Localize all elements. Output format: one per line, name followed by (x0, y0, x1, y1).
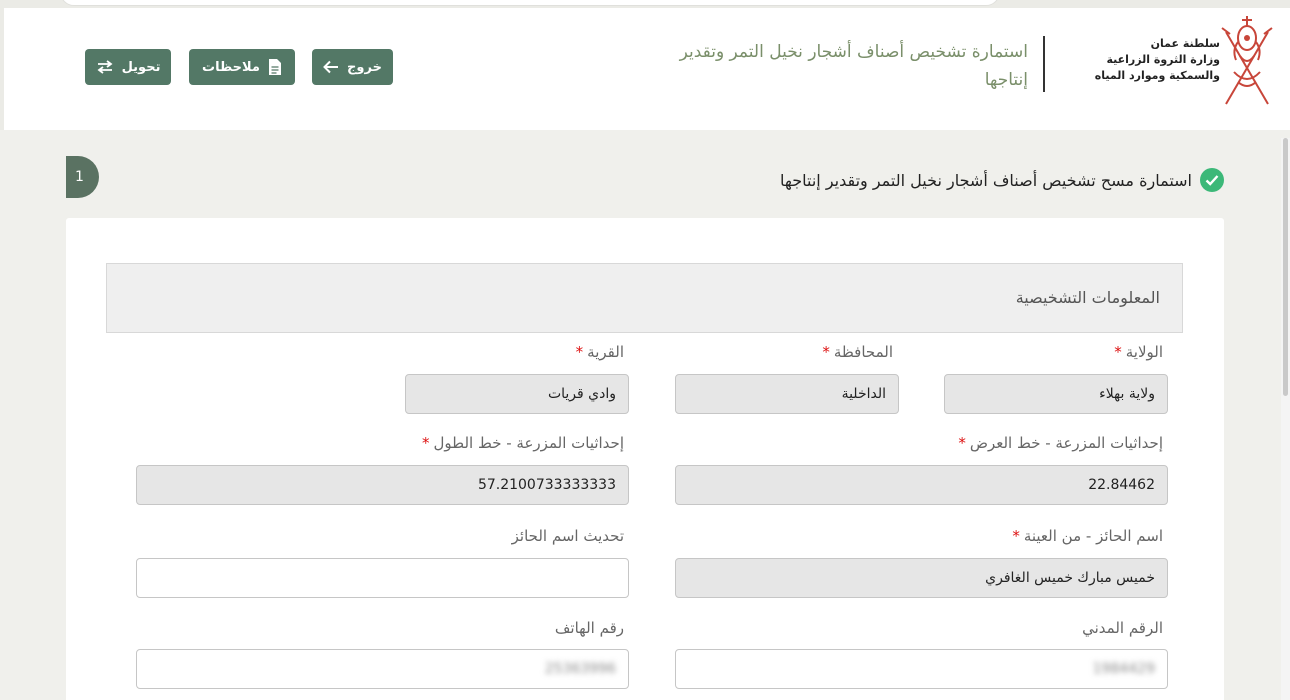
app-header: سلطنة عمان وزارة الثروة الزراعية والسمكي… (0, 8, 1290, 130)
ministry-line2: وزارة الثروة الزراعية والسمكية وموارد ال… (1094, 53, 1220, 82)
step-title-row: استمارة مسح تشخيص أصناف أشجار نخيل التمر… (780, 168, 1224, 192)
required-mark: * (822, 343, 830, 361)
wilayat-label-text: الولاية (1125, 343, 1163, 361)
wilayat-label: الولاية* (1114, 343, 1163, 361)
latitude-label: إحداثيات المزرعة - خط العرض* (958, 434, 1163, 452)
form-title: استمارة تشخيص أصناف أشجار نخيل التمر وتق… (679, 42, 1028, 90)
governorate-field[interactable]: الداخلية (675, 374, 899, 414)
civil-id-input[interactable]: 1984429 (675, 649, 1168, 689)
holder-name-label: اسم الحائز - من العينة* (1012, 527, 1163, 545)
holder-name-label-text: اسم الحائز - من العينة (1023, 527, 1163, 545)
required-mark: * (422, 434, 430, 452)
required-mark: * (575, 343, 584, 361)
section-title: المعلومات التشخيصية (1015, 288, 1160, 307)
top-strip (0, 0, 1290, 8)
holder-name-field[interactable]: خميس مبارك خميس الغافري (675, 558, 1168, 598)
step-title: استمارة مسح تشخيص أصناف أشجار نخيل التمر… (779, 170, 1192, 190)
check-circle-icon (1200, 168, 1224, 192)
village-label: القرية* (576, 343, 624, 361)
top-tab (60, 0, 1000, 6)
transfer-button-label: تحويل (121, 59, 161, 75)
notes-button[interactable]: ملاحظات (189, 49, 295, 85)
ministry-name: سلطنة عمان وزارة الثروة الزراعية والسمكي… (1060, 36, 1220, 84)
section-header: المعلومات التشخيصية (106, 263, 1183, 333)
scrollbar[interactable] (1281, 138, 1290, 700)
notes-button-label: ملاحظات (202, 59, 260, 75)
scrollbar-thumb[interactable] (1283, 138, 1288, 396)
oman-emblem-icon (1221, 16, 1273, 105)
longitude-field[interactable]: 57.2100733333333 (136, 465, 629, 505)
governorate-label-text: المحافظة (833, 343, 893, 361)
phone-input[interactable]: 25363996 (136, 649, 629, 689)
arrow-left-icon (323, 60, 339, 74)
village-label-text: القرية (587, 343, 624, 361)
required-mark: * (1114, 343, 1122, 361)
civil-id-label: الرقم المدني (1082, 619, 1163, 637)
document-icon (268, 59, 281, 75)
longitude-label-text: إحداثيات المزرعة - خط الطول (433, 434, 624, 452)
civil-id-value: 1984429 (1092, 661, 1155, 677)
wilayat-field[interactable]: ولاية بهلاء (944, 374, 1168, 414)
governorate-label: المحافظة* (822, 343, 893, 361)
exit-button[interactable]: خروج (312, 49, 393, 85)
transfer-button[interactable]: تحويل (85, 49, 171, 85)
step-badge: 1 (66, 156, 99, 198)
phone-label: رقم الهاتف (554, 619, 624, 637)
required-mark: * (1012, 527, 1020, 545)
ministry-line1: سلطنة عمان (1150, 37, 1220, 50)
latitude-field[interactable]: 22.84462 (675, 465, 1168, 505)
header-divider (1043, 36, 1045, 92)
swap-arrows-icon (97, 60, 113, 74)
required-mark: * (958, 434, 966, 452)
latitude-label-text: إحداثيات المزرعة - خط العرض (969, 434, 1163, 452)
village-field[interactable]: وادي قريات (405, 374, 629, 414)
exit-button-label: خروج (347, 59, 382, 75)
longitude-label: إحداثيات المزرعة - خط الطول* (422, 434, 624, 452)
update-holder-input[interactable] (136, 558, 629, 598)
phone-value: 25363996 (544, 661, 616, 677)
update-holder-label: تحديث اسم الحائز (511, 527, 624, 545)
